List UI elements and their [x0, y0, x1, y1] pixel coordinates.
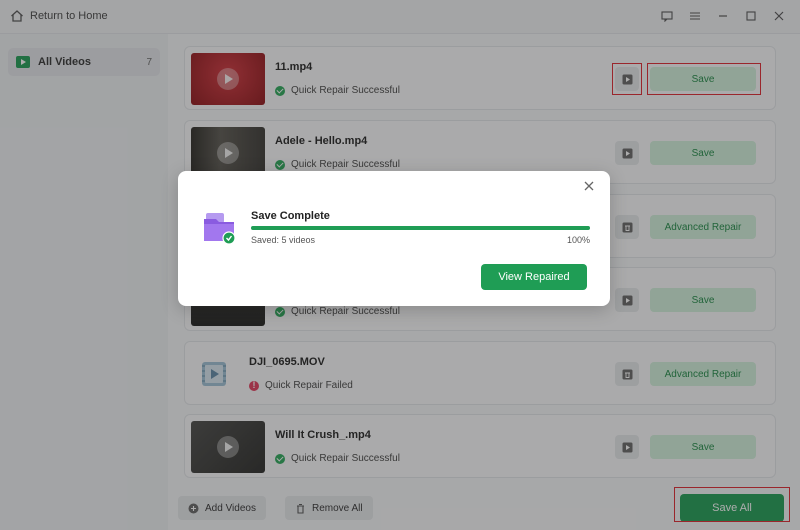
folder-icon [204, 213, 236, 245]
progress-percent: 100% [566, 235, 590, 245]
save-progress-fill [251, 226, 590, 230]
saved-count-text: Saved: 5 videos [251, 235, 316, 245]
save-progress-bar [251, 226, 590, 230]
save-complete-dialog: Save Complete Saved: 5 videos 100% View … [178, 171, 610, 306]
view-repaired-button[interactable]: View Repaired [481, 264, 587, 290]
close-icon[interactable] [582, 179, 596, 193]
dialog-title: Save Complete [251, 210, 330, 222]
